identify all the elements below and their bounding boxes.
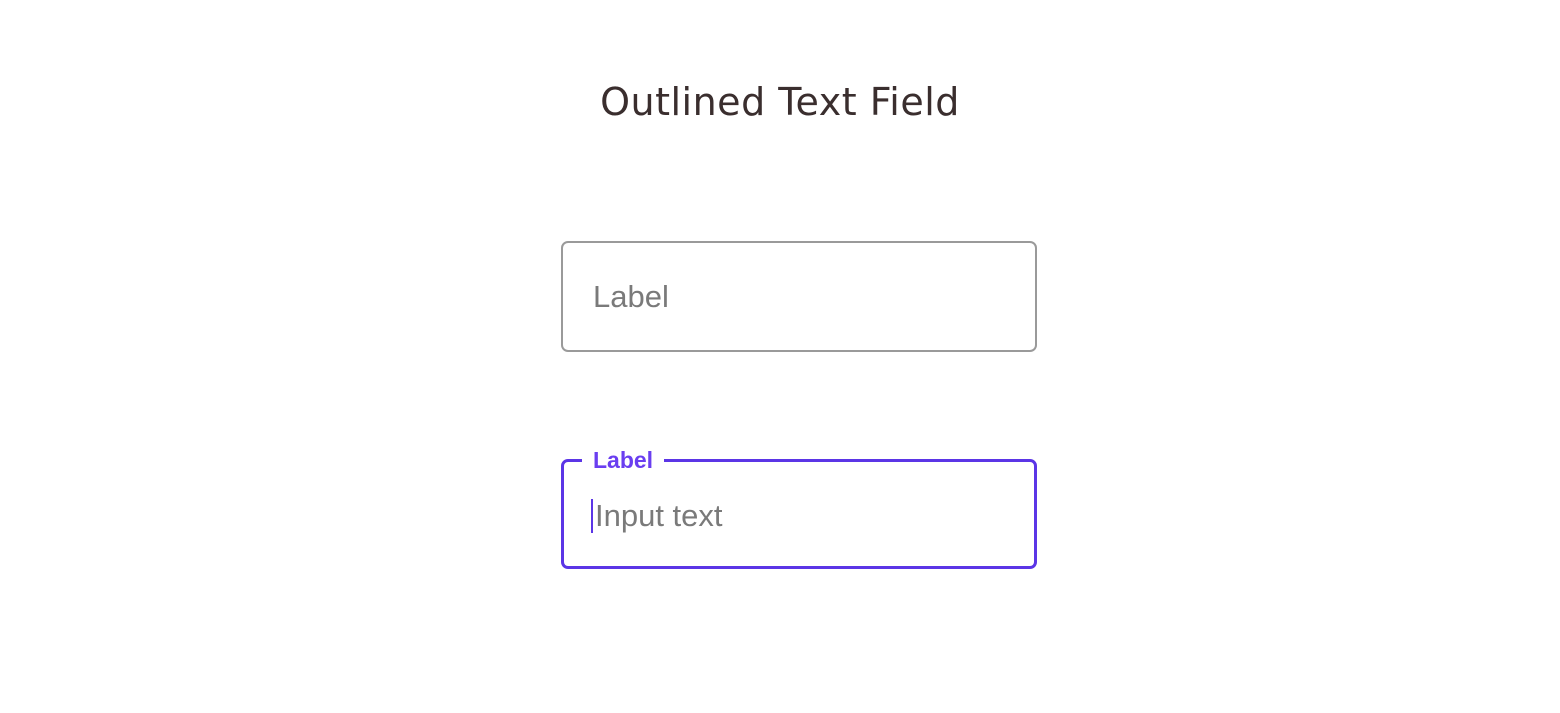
page-title: Outlined Text Field: [600, 80, 960, 124]
page: Outlined Text Field Label Label Input te…: [0, 0, 1560, 713]
field-label: Label: [593, 279, 669, 314]
outlined-text-field-focused[interactable]: Label Input text: [561, 445, 1037, 569]
field-input[interactable]: Input text: [591, 497, 723, 535]
text-caret: [591, 499, 593, 533]
field-input-text: Input text: [595, 498, 723, 533]
field-label-floating: Label: [582, 445, 665, 475]
outlined-text-field-default[interactable]: Label: [561, 241, 1037, 352]
